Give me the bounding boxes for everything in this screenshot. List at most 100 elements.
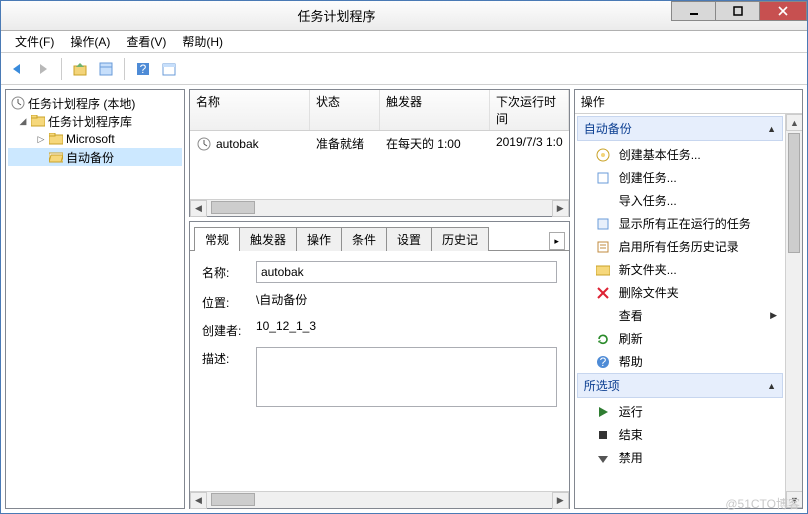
menubar: 文件(F) 操作(A) 查看(V) 帮助(H) (1, 31, 807, 53)
task-row[interactable]: autobak 准备就绪 在每天的 1:00 2019/7/3 1:0 (190, 131, 569, 156)
action-create-basic[interactable]: 创建基本任务... (577, 143, 783, 166)
toolbar-separator-2 (124, 58, 125, 80)
action-show-running[interactable]: 显示所有正在运行的任务 (577, 212, 783, 235)
actions-body: 自动备份 ▲ 创建基本任务... 创建任务... 导入任务... 显示所有正在运… (575, 114, 802, 508)
back-button[interactable] (5, 57, 29, 81)
field-description[interactable] (256, 347, 557, 407)
scroll-right-icon[interactable]: ▶ (552, 200, 569, 217)
detail-tabs: 常规 触发器 操作 条件 设置 历史记 ▸ (190, 222, 569, 250)
scroll-left-icon[interactable]: ◀ (190, 492, 207, 509)
svg-text:?: ? (140, 62, 147, 76)
action-enable-history[interactable]: 启用所有任务历史记录 (577, 235, 783, 258)
task-list[interactable]: 名称 状态 触发器 下次运行时间 autobak 准备就绪 在每天的 1:00 … (189, 89, 570, 217)
action-view[interactable]: 查看▶ (577, 304, 783, 327)
tree-autobackup[interactable]: 自动备份 (8, 148, 182, 166)
submenu-icon: ▶ (770, 310, 777, 321)
collapse-icon[interactable]: ▲ (767, 381, 776, 391)
folder-icon (30, 113, 46, 129)
detail-h-scrollbar[interactable]: ◀ ▶ (190, 491, 569, 508)
lbl-location: 位置: (202, 291, 256, 311)
group-label: 所选项 (584, 377, 620, 394)
help-button[interactable]: ? (131, 57, 155, 81)
tab-history[interactable]: 历史记 (431, 227, 489, 251)
import-icon (595, 193, 611, 209)
tabs-overflow-icon[interactable]: ▸ (549, 232, 565, 250)
tab-settings[interactable]: 设置 (386, 227, 432, 251)
clock-icon (10, 95, 26, 111)
task-list-header: 名称 状态 触发器 下次运行时间 (190, 90, 569, 131)
field-name[interactable] (256, 261, 557, 283)
col-name[interactable]: 名称 (190, 90, 310, 130)
tab-actions[interactable]: 操作 (296, 227, 342, 251)
actions-v-scrollbar[interactable]: ▲ ▼ (785, 114, 802, 508)
action-refresh[interactable]: 刷新 (577, 327, 783, 350)
scroll-left-icon[interactable]: ◀ (190, 200, 207, 217)
tab-general[interactable]: 常规 (194, 227, 240, 251)
blank-icon (595, 308, 611, 324)
svg-text:?: ? (599, 355, 606, 369)
menu-file[interactable]: 文件(F) (7, 31, 62, 52)
lbl-name: 名称: (202, 261, 256, 281)
col-status[interactable]: 状态 (310, 90, 380, 130)
titlebar: 任务计划程序 (1, 1, 807, 31)
tab-conditions[interactable]: 条件 (341, 227, 387, 251)
actions-group-autobackup[interactable]: 自动备份 ▲ (577, 116, 783, 141)
tree-microsoft[interactable]: ▷ Microsoft (8, 130, 182, 148)
menu-help[interactable]: 帮助(H) (174, 31, 231, 52)
action-run[interactable]: 运行 (577, 400, 783, 423)
play-icon (595, 404, 611, 420)
task-trigger: 在每天的 1:00 (380, 133, 490, 154)
actions-group-selected[interactable]: 所选项 ▲ (577, 373, 783, 398)
action-end[interactable]: 结束 (577, 423, 783, 446)
calendar-button[interactable] (157, 57, 181, 81)
scroll-thumb[interactable] (788, 133, 800, 253)
minimize-button[interactable] (671, 1, 716, 21)
window-title: 任务计划程序 (1, 6, 672, 25)
action-import[interactable]: 导入任务... (577, 189, 783, 212)
group-label: 自动备份 (584, 120, 632, 137)
action-delete-folder[interactable]: 删除文件夹 (577, 281, 783, 304)
menu-view[interactable]: 查看(V) (118, 31, 174, 52)
expand-icon[interactable]: ◢ (18, 116, 28, 127)
help-icon: ? (595, 354, 611, 370)
refresh-icon (595, 331, 611, 347)
forward-button[interactable] (31, 57, 55, 81)
folder-open-icon (48, 149, 64, 165)
up-button[interactable] (68, 57, 92, 81)
lbl-description: 描述: (202, 347, 256, 367)
scroll-up-icon[interactable]: ▲ (786, 114, 802, 131)
action-disable[interactable]: 禁用 (577, 446, 783, 469)
col-trigger[interactable]: 触发器 (380, 90, 490, 130)
actions-pane-title: 操作 (575, 90, 802, 114)
scroll-right-icon[interactable]: ▶ (552, 492, 569, 509)
task-status: 准备就绪 (310, 133, 380, 154)
tree-root[interactable]: 任务计划程序 (本地) (8, 94, 182, 112)
scroll-thumb[interactable] (211, 201, 255, 214)
col-nextrun[interactable]: 下次运行时间 (490, 90, 569, 130)
action-new-folder[interactable]: 新文件夹... (577, 258, 783, 281)
action-create[interactable]: 创建任务... (577, 166, 783, 189)
tab-body-general: 名称: 位置: \自动备份 创建者: 10_12_1_3 描述: (190, 250, 569, 491)
tab-triggers[interactable]: 触发器 (239, 227, 297, 251)
action-help[interactable]: ?帮助 (577, 350, 783, 373)
collapse-icon[interactable]: ▲ (767, 124, 776, 134)
properties-button[interactable] (94, 57, 118, 81)
toolbar-separator (61, 58, 62, 80)
expand-icon[interactable]: ▷ (36, 134, 46, 145)
field-author: 10_12_1_3 (256, 319, 557, 333)
center-pane: 名称 状态 触发器 下次运行时间 autobak 准备就绪 在每天的 1:00 … (189, 89, 570, 509)
wizard-icon (595, 147, 611, 163)
watermark: @51CTO博客 (725, 495, 800, 512)
disable-icon (595, 450, 611, 466)
task-icon (595, 170, 611, 186)
tree-pane[interactable]: 任务计划程序 (本地) ◢ 任务计划程序库 ▷ Microsoft 自动备份 (5, 89, 185, 509)
menu-action[interactable]: 操作(A) (62, 31, 118, 52)
scroll-thumb[interactable] (211, 493, 255, 506)
tree-library[interactable]: ◢ 任务计划程序库 (8, 112, 182, 130)
main-area: 任务计划程序 (本地) ◢ 任务计划程序库 ▷ Microsoft 自动备份 名… (1, 85, 807, 513)
list-h-scrollbar[interactable]: ◀ ▶ (190, 199, 569, 216)
close-button[interactable] (759, 1, 807, 21)
maximize-button[interactable] (715, 1, 760, 21)
task-clock-icon (196, 136, 212, 152)
tree-root-label: 任务计划程序 (本地) (28, 95, 135, 112)
